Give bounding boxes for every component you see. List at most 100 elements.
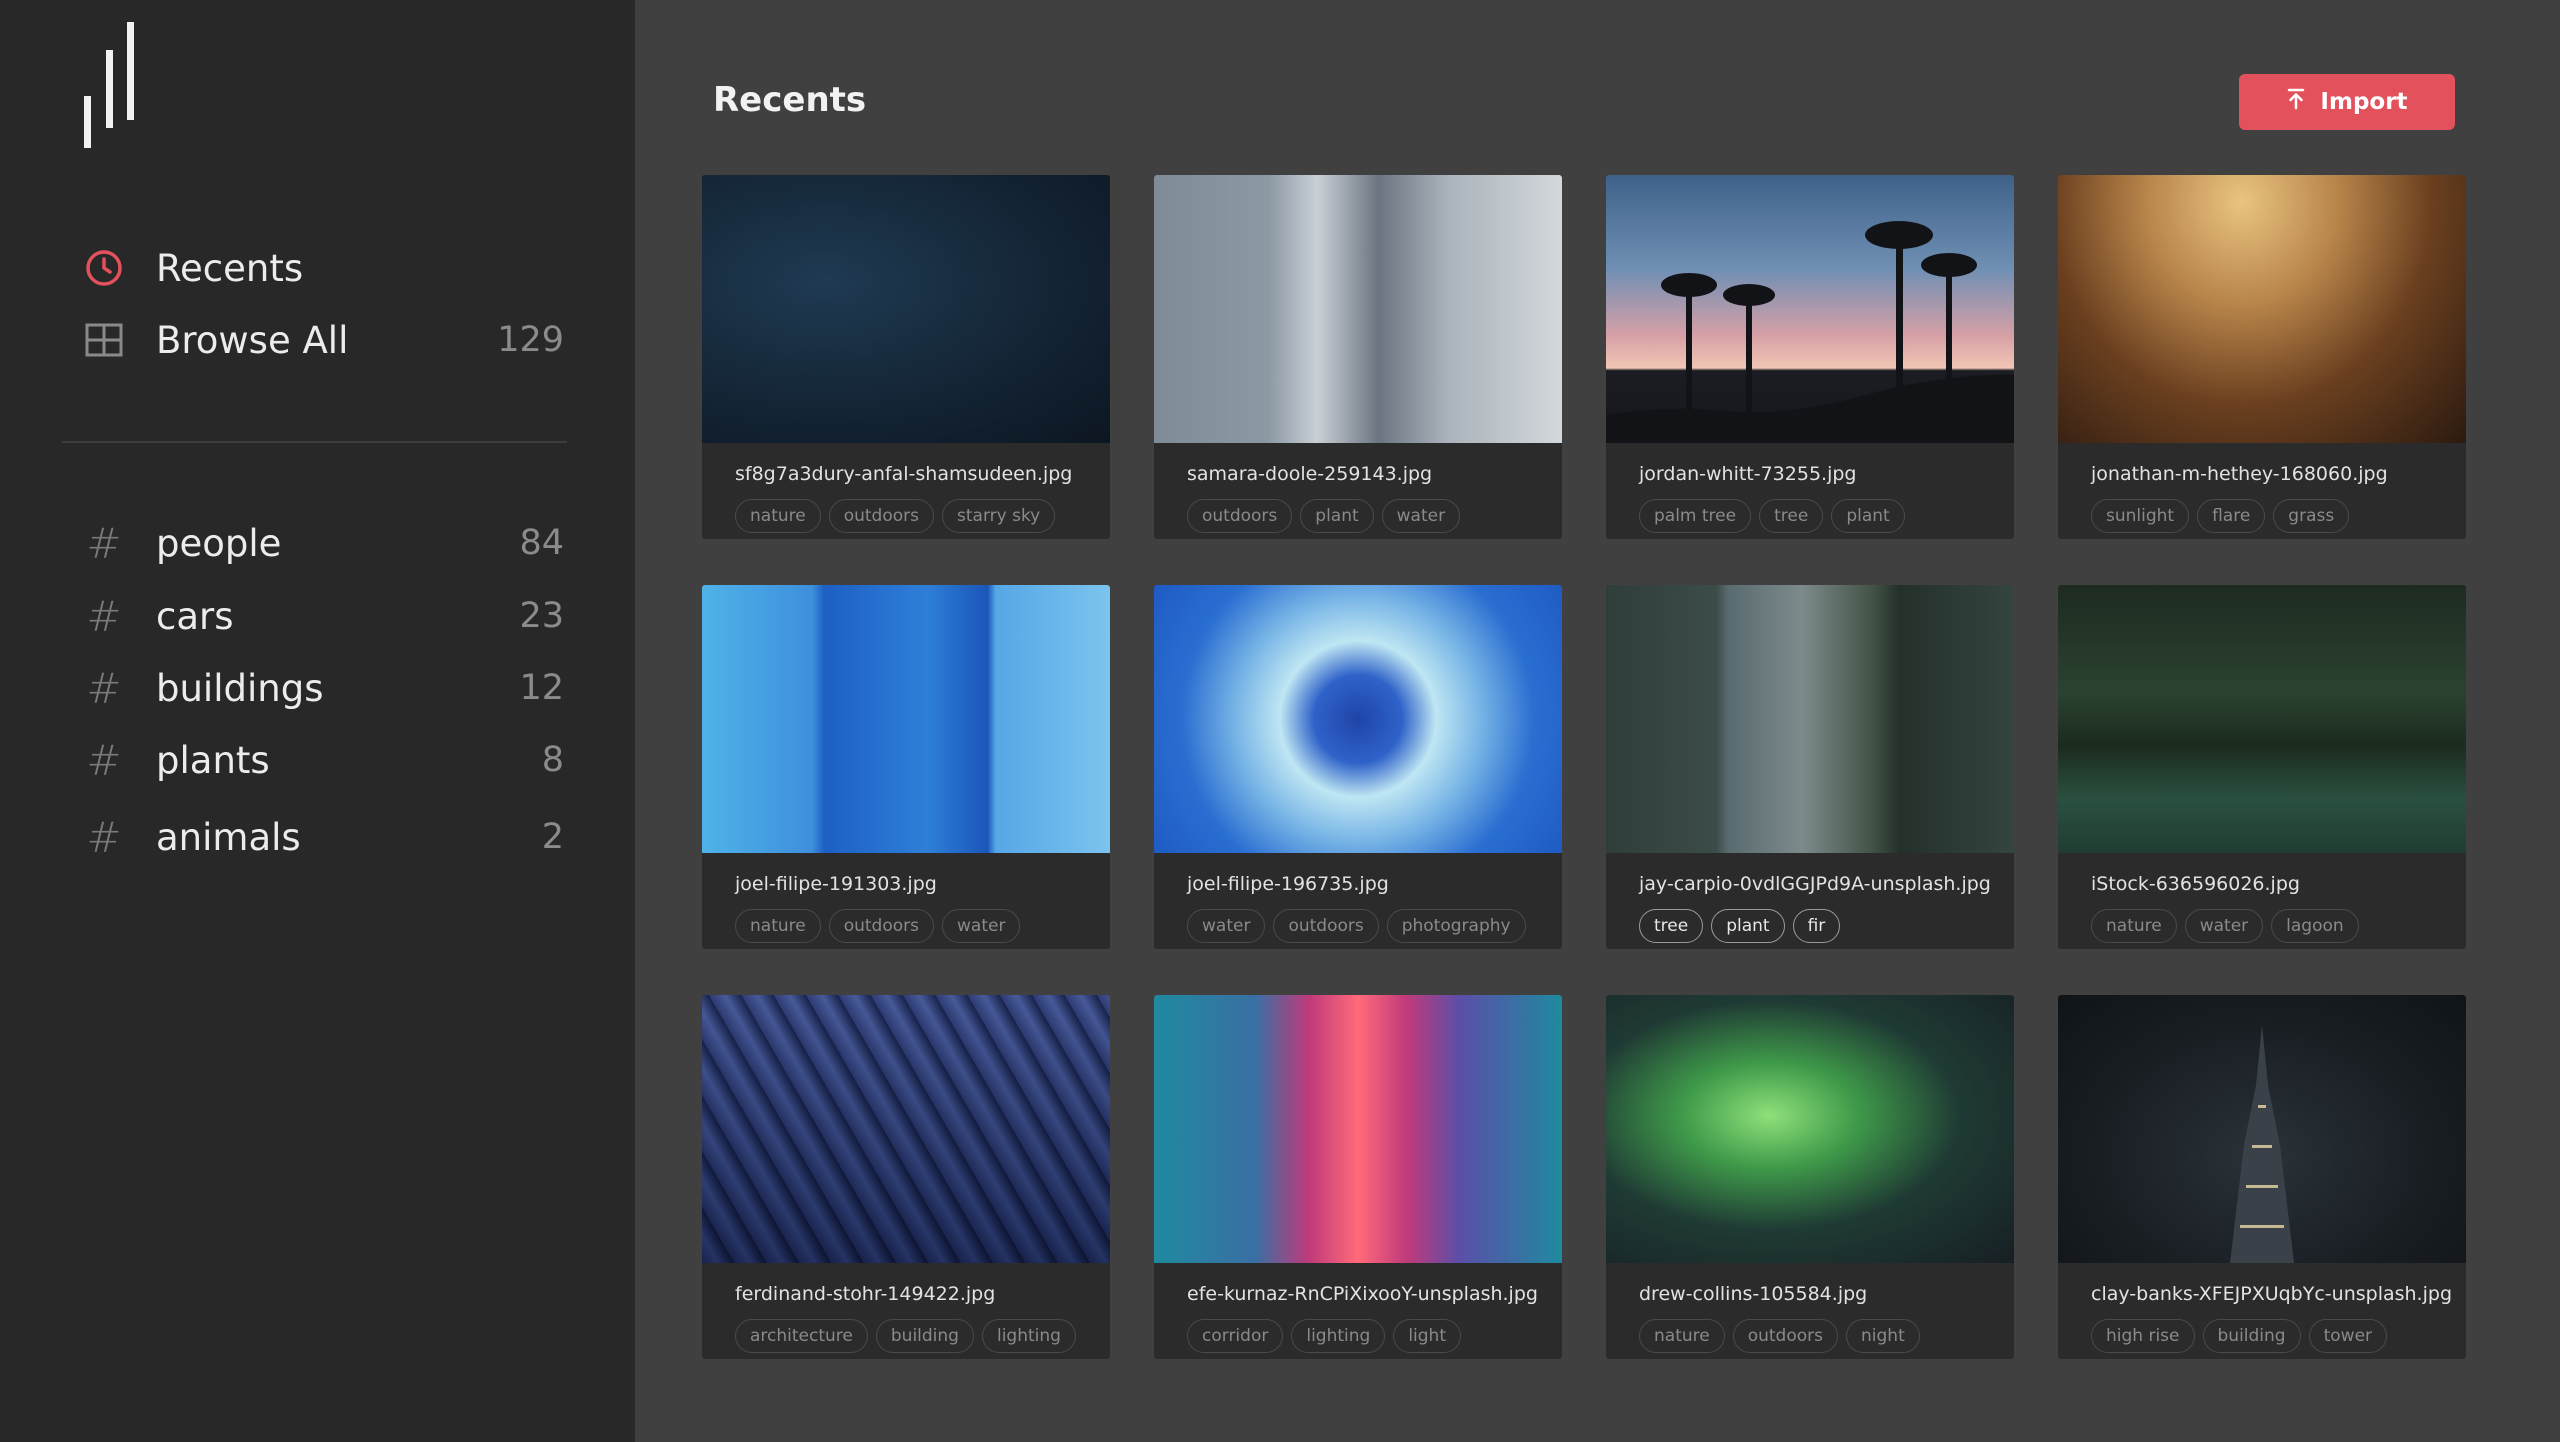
tag-chip[interactable]: nature (1639, 1319, 1725, 1353)
tag-chip[interactable]: nature (2091, 909, 2177, 943)
image-card[interactable]: sf8g7a3dury-anfal-shamsudeen.jpg nature … (702, 175, 1110, 539)
tag-chip[interactable]: building (875, 1319, 974, 1353)
image-card[interactable]: joel-filipe-196735.jpg water outdoors ph… (1154, 585, 1562, 949)
image-card[interactable]: clay-banks-XFEJPXUqbYc-unsplash.jpg high… (2058, 995, 2466, 1359)
tag-chip[interactable]: architecture (735, 1319, 868, 1353)
sidebar-tag-count: 8 (541, 740, 564, 780)
sidebar-tag-label: plants (156, 738, 270, 782)
tag-chip[interactable]: plant (1831, 499, 1905, 533)
image-filename: jonathan-m-hethey-168060.jpg (2091, 463, 2388, 485)
image-tags: tree plant fir (1639, 909, 1841, 943)
image-thumbnail[interactable] (1606, 585, 2014, 853)
sidebar-tag-label: animals (156, 815, 301, 859)
image-thumbnail[interactable] (2058, 175, 2466, 443)
tag-chip[interactable]: tower (2308, 1319, 2388, 1353)
image-thumbnail[interactable] (1606, 175, 2014, 443)
tag-chip[interactable]: nature (735, 499, 821, 533)
tag-chip[interactable]: building (2202, 1319, 2301, 1353)
image-filename: joel-filipe-196735.jpg (1187, 873, 1389, 895)
grid-icon (84, 320, 124, 360)
image-card[interactable]: samara-doole-259143.jpg outdoors plant w… (1154, 175, 1562, 539)
tag-chip[interactable]: plant (1300, 499, 1374, 533)
sidebar-tag-buildings[interactable]: # buildings 12 (84, 656, 564, 720)
tag-chip[interactable]: grass (2273, 499, 2350, 533)
clock-icon (84, 248, 124, 288)
image-tags: sunlight flare grass (2091, 499, 2350, 533)
image-thumbnail[interactable] (2058, 995, 2466, 1263)
tag-chip[interactable]: water (942, 909, 1021, 943)
tag-chip[interactable]: lagoon (2271, 909, 2359, 943)
image-filename: joel-filipe-191303.jpg (735, 873, 937, 895)
tag-chip[interactable]: tree (1759, 499, 1824, 533)
image-filename: ferdinand-stohr-149422.jpg (735, 1283, 996, 1305)
sidebar-tag-people[interactable]: # people 84 (84, 511, 564, 575)
image-tags: nature outdoors starry sky (735, 499, 1056, 533)
tag-chip[interactable]: palm tree (1639, 499, 1752, 533)
tag-chip[interactable]: lighting (981, 1319, 1076, 1353)
image-filename: sf8g7a3dury-anfal-shamsudeen.jpg (735, 463, 1073, 485)
tag-chip[interactable]: outdoors (828, 909, 934, 943)
sidebar-tag-count: 12 (519, 668, 564, 708)
sidebar-tag-label: people (156, 521, 282, 565)
tag-chip[interactable]: starry sky (942, 499, 1056, 533)
tag-chip[interactable]: lighting (1291, 1319, 1386, 1353)
hash-icon: # (86, 591, 122, 641)
tag-chip[interactable]: night (1846, 1319, 1920, 1353)
tag-chip[interactable]: water (2184, 909, 2264, 943)
image-thumbnail[interactable] (702, 995, 1110, 1263)
image-filename: iStock-636596026.jpg (2091, 873, 2300, 895)
tag-chip[interactable]: sunlight (2091, 499, 2190, 533)
image-thumbnail[interactable] (1154, 585, 1562, 853)
tag-chip[interactable]: light (1393, 1319, 1461, 1353)
image-tags: nature outdoors night (1639, 1319, 1920, 1353)
image-thumbnail[interactable] (1154, 995, 1562, 1263)
image-card[interactable]: jay-carpio-0vdlGGJPd9A-unsplash.jpg tree… (1606, 585, 2014, 949)
image-filename: efe-kurnaz-RnCPiXixooY-unsplash.jpg (1187, 1283, 1538, 1305)
import-button[interactable]: Import (2239, 74, 2455, 130)
image-thumbnail[interactable] (702, 175, 1110, 443)
tag-chip[interactable]: outdoors (1273, 909, 1379, 943)
tag-chip[interactable]: water (1187, 909, 1266, 943)
tag-chip[interactable]: outdoors (828, 499, 934, 533)
image-card[interactable]: jonathan-m-hethey-168060.jpg sunlight fl… (2058, 175, 2466, 539)
image-thumbnail[interactable] (2058, 585, 2466, 853)
sidebar-tag-plants[interactable]: # plants 8 (84, 728, 564, 792)
image-thumbnail[interactable] (1154, 175, 1562, 443)
image-tags: outdoors plant water (1187, 499, 1461, 533)
tag-chip-selected[interactable]: fir (1792, 909, 1841, 943)
tag-chip-selected[interactable]: tree (1639, 909, 1704, 943)
tag-chip-selected[interactable]: plant (1711, 909, 1785, 943)
brand-logo-icon[interactable] (84, 22, 136, 148)
image-tags: architecture building lighting (735, 1319, 1076, 1353)
sidebar: Recents Browse All 129 # people 84 # car… (0, 0, 635, 1442)
image-card[interactable]: jordan-whitt-73255.jpg palm tree tree pl… (1606, 175, 2014, 539)
sidebar-item-browse-all[interactable]: Browse All 129 (84, 308, 564, 372)
image-tags: palm tree tree plant (1639, 499, 1905, 533)
image-card[interactable]: efe-kurnaz-RnCPiXixooY-unsplash.jpg corr… (1154, 995, 1562, 1359)
image-tags: corridor lighting light (1187, 1319, 1461, 1353)
image-thumbnail[interactable] (702, 585, 1110, 853)
tag-chip[interactable]: nature (735, 909, 821, 943)
sidebar-item-recents[interactable]: Recents (84, 236, 564, 300)
image-filename: samara-doole-259143.jpg (1187, 463, 1433, 485)
page-title: Recents (713, 80, 867, 120)
sidebar-tag-label: cars (156, 594, 234, 638)
sidebar-tag-count: 84 (519, 523, 564, 563)
image-filename: clay-banks-XFEJPXUqbYc-unsplash.jpg (2091, 1283, 2452, 1305)
tag-chip[interactable]: photography (1386, 909, 1526, 943)
tag-chip[interactable]: outdoors (1187, 499, 1293, 533)
tag-chip[interactable]: high rise (2091, 1319, 2195, 1353)
image-card[interactable]: iStock-636596026.jpg nature water lagoon (2058, 585, 2466, 949)
image-card[interactable]: drew-collins-105584.jpg nature outdoors … (1606, 995, 2014, 1359)
sidebar-divider (62, 441, 567, 443)
image-thumbnail[interactable] (1606, 995, 2014, 1263)
tag-chip[interactable]: flare (2197, 499, 2266, 533)
tag-chip[interactable]: water (1381, 499, 1461, 533)
tag-chip[interactable]: outdoors (1732, 1319, 1838, 1353)
sidebar-tag-cars[interactable]: # cars 23 (84, 584, 564, 648)
image-filename: drew-collins-105584.jpg (1639, 1283, 1868, 1305)
tag-chip[interactable]: corridor (1187, 1319, 1284, 1353)
image-card[interactable]: joel-filipe-191303.jpg nature outdoors w… (702, 585, 1110, 949)
sidebar-tag-animals[interactable]: # animals 2 (84, 805, 564, 869)
image-card[interactable]: ferdinand-stohr-149422.jpg architecture … (702, 995, 1110, 1359)
